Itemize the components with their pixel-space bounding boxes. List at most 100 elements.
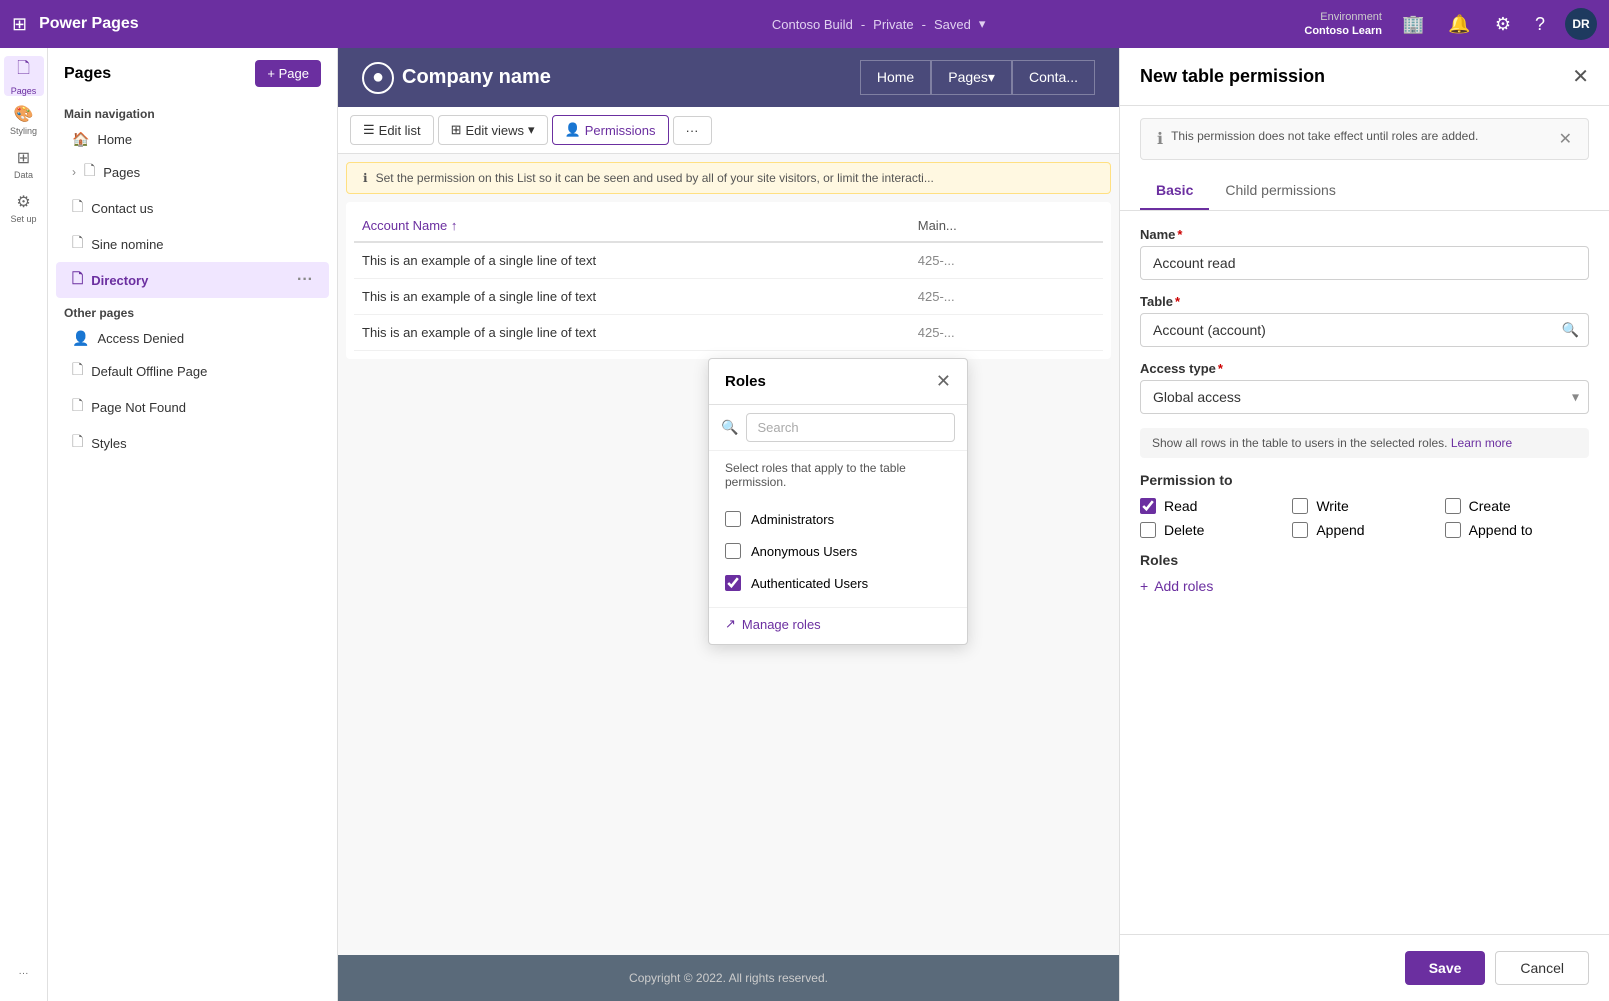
perm-write-checkbox[interactable] (1292, 498, 1308, 514)
more-button[interactable]: ··· (673, 116, 712, 145)
role-item-authenticated[interactable]: Authenticated Users (725, 567, 951, 599)
contact-icon: 🗋 (72, 196, 83, 220)
nav-item-access-denied[interactable]: 👤 Access Denied (56, 324, 329, 353)
styling-icon: 🎨 (14, 104, 34, 124)
access-info-text: Show all rows in the table to users in t… (1140, 428, 1589, 458)
role-item-administrators[interactable]: Administrators (725, 503, 951, 535)
table-row: This is an example of a single line of t… (354, 315, 1103, 351)
grid-icon[interactable]: ⊞ (12, 14, 27, 35)
logo-circle: ● (362, 62, 394, 94)
sidebar-item-data[interactable]: ⊞ Data (4, 144, 44, 184)
nav-item-offline[interactable]: 🗋 Default Offline Page (56, 353, 329, 389)
notification-icon[interactable]: 🔔 (1444, 10, 1474, 39)
tab-basic[interactable]: Basic (1140, 172, 1209, 210)
role-checkbox-authenticated[interactable] (725, 575, 741, 591)
sine-icon: 🗋 (72, 232, 83, 256)
dropdown-icon[interactable]: ▾ (979, 16, 986, 32)
avatar[interactable]: DR (1565, 8, 1597, 40)
pages-nav-icon: 🗋 (84, 160, 95, 184)
sidebar-item-styling[interactable]: 🎨 Styling (4, 100, 44, 140)
sidebar-item-pages[interactable]: 🗋 Pages (4, 56, 44, 96)
role-item-anonymous[interactable]: Anonymous Users (725, 535, 951, 567)
directory-more-btn[interactable]: ··· (297, 271, 313, 289)
nav-label-contact: Contact us (91, 201, 153, 216)
panel-close-button[interactable]: ✕ (1572, 64, 1589, 89)
name-input[interactable] (1140, 246, 1589, 280)
nav-label-pages: Pages (103, 165, 140, 180)
cancel-button[interactable]: Cancel (1495, 951, 1589, 985)
access-type-required: * (1218, 361, 1223, 376)
permissions-icon: 👤 (565, 122, 581, 138)
nav-item-contact[interactable]: 🗋 Contact us (56, 190, 329, 226)
top-nav: ⊞ Power Pages Contoso Build - Private - … (0, 0, 1609, 48)
panel-header: New table permission ✕ (1120, 48, 1609, 106)
styles-icon: 🗋 (72, 431, 83, 455)
learn-more-link[interactable]: Learn more (1451, 436, 1512, 450)
preview-nav-contact[interactable]: Conta... (1012, 60, 1095, 95)
sidebar-more[interactable]: ··· (4, 953, 44, 993)
sidebar-item-setup[interactable]: ⚙ Set up (4, 188, 44, 228)
company-name: Company name (402, 66, 551, 89)
col-account-name[interactable]: Account Name ↑ (354, 218, 918, 233)
perm-append-to-checkbox[interactable] (1445, 522, 1461, 538)
role-checkbox-anonymous[interactable] (725, 543, 741, 559)
role-checkbox-administrators[interactable] (725, 511, 741, 527)
nav-center: Contoso Build - Private - Saved ▾ (465, 16, 1293, 32)
add-roles-button[interactable]: + Add roles (1140, 578, 1213, 594)
access-type-select[interactable]: Global access Self Account Parent (1140, 380, 1589, 414)
preview-nav-pages[interactable]: Pages▾ (931, 60, 1012, 95)
panel-body: Name * Table * 🔍 Access type * Global ac… (1120, 211, 1609, 934)
table-search-icon: 🔍 (1562, 322, 1579, 339)
perm-create-checkbox[interactable] (1445, 498, 1461, 514)
preview-nav: Home Pages▾ Conta... (860, 60, 1095, 95)
warning-icon: ℹ (1157, 129, 1163, 149)
save-button[interactable]: Save (1405, 951, 1486, 985)
permissions-button[interactable]: 👤 Permissions (552, 115, 669, 145)
edit-list-button[interactable]: ☰ Edit list (350, 115, 434, 145)
roles-search-input[interactable] (746, 413, 955, 442)
help-icon[interactable]: ? (1531, 10, 1549, 39)
perm-append-checkbox[interactable] (1292, 522, 1308, 538)
nav-item-not-found[interactable]: 🗋 Page Not Found (56, 389, 329, 425)
toolbar: ☰ Edit list ⊞ Edit views ▾ 👤 Permissions… (338, 107, 1119, 154)
nav-item-styles[interactable]: 🗋 Styles (56, 425, 329, 461)
more-dots-icon: ··· (19, 968, 29, 979)
panel-title: New table permission (1140, 66, 1325, 87)
perm-append-to: Append to (1445, 522, 1589, 538)
table-area: Account Name ↑ Main... This is an exampl… (346, 202, 1111, 359)
table-input[interactable] (1140, 313, 1589, 347)
perm-delete-label: Delete (1164, 522, 1204, 538)
settings-icon[interactable]: ⚙ (1491, 10, 1515, 39)
warning-close-button[interactable]: ✕ (1559, 129, 1572, 149)
perm-delete-checkbox[interactable] (1140, 522, 1156, 538)
nav-label-offline: Default Offline Page (91, 364, 207, 379)
table-label: Table * (1140, 294, 1589, 309)
nav-item-directory[interactable]: 🗋 Directory ··· (56, 262, 329, 298)
preview-logo: ● Company name (362, 62, 551, 94)
right-panel: New table permission ✕ ℹ This permission… (1119, 48, 1609, 1001)
roles-popup-header: Roles ✕ (709, 359, 967, 405)
preview-nav-home[interactable]: Home (860, 60, 931, 95)
panel-footer: Save Cancel (1120, 934, 1609, 1001)
nav-item-sine[interactable]: 🗋 Sine nomine (56, 226, 329, 262)
perm-read-checkbox[interactable] (1140, 498, 1156, 514)
perm-delete: Delete (1140, 522, 1284, 538)
main-nav-title: Main navigation (48, 99, 337, 125)
environment-icon[interactable]: 🏢 (1398, 10, 1428, 39)
tab-child-permissions[interactable]: Child permissions (1209, 172, 1351, 210)
save-status: Saved (934, 17, 971, 32)
nav-label-directory: Directory (91, 273, 148, 288)
role-label-authenticated: Authenticated Users (751, 576, 868, 591)
preview-header: ● Company name Home Pages▾ Conta... (338, 48, 1119, 107)
roles-popup-close-button[interactable]: ✕ (936, 371, 951, 392)
perm-write-label: Write (1316, 498, 1348, 514)
access-denied-icon: 👤 (72, 330, 89, 347)
add-page-button[interactable]: + Page (255, 60, 321, 87)
roles-description: Select roles that apply to the table per… (709, 451, 967, 499)
nav-item-pages[interactable]: › 🗋 Pages (56, 154, 329, 190)
cell-1-2: 425-... (918, 253, 1103, 268)
manage-roles-link[interactable]: ↗ Manage roles (709, 607, 967, 644)
nav-item-home[interactable]: 🏠 Home (56, 125, 329, 154)
roles-list: Administrators Anonymous Users Authentic… (709, 499, 967, 607)
edit-views-button[interactable]: ⊞ Edit views ▾ (438, 115, 548, 145)
